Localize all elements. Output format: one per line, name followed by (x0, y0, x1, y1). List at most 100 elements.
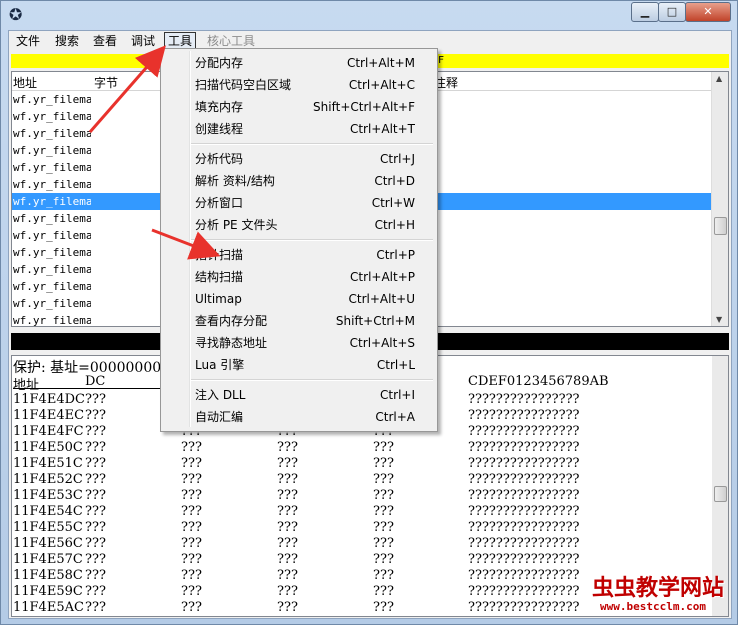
menu-item-label: 扫描代码空白区域 (195, 78, 292, 92)
hex-cell-b3: ??? (373, 584, 394, 599)
title-bar[interactable]: ✪ ▁ □ ✕ (1, 1, 737, 29)
hex-cell-ascii: ???????????????? (468, 408, 580, 423)
tools-menu-item[interactable]: 指针扫描 Ctrl+P (163, 244, 433, 266)
hex-cell-ascii: ???????????????? (468, 600, 580, 615)
tools-menu-item[interactable]: Lua 引擎 Ctrl+L (163, 354, 433, 376)
tools-menu-item[interactable]: 填充内存 Shift+Ctrl+Alt+F (163, 96, 433, 118)
row-address: wf.yr_filemap (13, 110, 91, 123)
hex-cell-b2: ??? (277, 584, 298, 599)
hex-cell-addr: 11F4E54C (13, 504, 83, 519)
tools-menu-item[interactable]: 分析窗口 Ctrl+W (163, 192, 433, 214)
col-address-header[interactable]: 地址 (13, 74, 37, 91)
hex-cell-b3: ??? (373, 536, 394, 551)
hex-cell-addr: 11F4E58C (13, 568, 83, 583)
tools-menu-item[interactable]: 注入 DLL Ctrl+I (163, 384, 433, 406)
hex-scroll-thumb[interactable] (714, 486, 727, 502)
tools-menu-item[interactable]: 寻找静态地址 Ctrl+Alt+S (163, 332, 433, 354)
tools-menu-item[interactable]: Ultimap Ctrl+Alt+U (163, 288, 433, 310)
tools-menu-item[interactable]: 分析代码 Ctrl+J (163, 148, 433, 170)
hex-cell-addr: 11F4E4EC (13, 408, 85, 423)
tools-menu-item[interactable]: 扫描代码空白区域 Ctrl+Alt+C (163, 74, 433, 96)
hex-row[interactable]: 11F4E51C???????????????????????????? (13, 456, 713, 472)
menu-item-label: 分析代码 (195, 152, 244, 166)
menu-item[interactable]: 文件 (13, 33, 43, 49)
row-address: wf.yr_filemap (13, 212, 91, 225)
scroll-down-icon[interactable]: ▼ (716, 315, 722, 324)
hex-cell-b1: ??? (181, 456, 202, 471)
hex-row[interactable]: 11F4E55C???????????????????????????? (13, 520, 713, 536)
hex-cell-b1: ??? (181, 488, 202, 503)
menu-item-shortcut: Shift+Ctrl+Alt+F (313, 100, 415, 114)
hex-row[interactable]: 11F4E50C???????????????????????????? (13, 440, 713, 456)
watermark-url: www.bestcclm.com (600, 600, 706, 613)
hex-cell-b3: ??? (373, 440, 394, 455)
menu-item[interactable]: 调试 (128, 33, 158, 49)
hex-cell-addr: 11F4E4DC (13, 392, 85, 407)
hex-cell-addr: 11F4E59C (13, 584, 83, 599)
close-button[interactable]: ✕ (685, 2, 731, 22)
menu-item[interactable]: 查看 (90, 33, 120, 49)
minimize-button[interactable]: ▁ (631, 2, 659, 22)
tools-menu-item[interactable]: 创建线程 Ctrl+Alt+T (163, 118, 433, 140)
disassembler-scrollbar[interactable]: ▲ ▼ (711, 72, 728, 326)
hex-row[interactable]: 11F4E54C???????????????????????????? (13, 504, 713, 520)
tools-menu-item[interactable]: 分析 PE 文件头 Ctrl+H (163, 214, 433, 236)
hex-row[interactable]: 11F4E57C???????????????????????????? (13, 552, 713, 568)
menu-item-shortcut: Ctrl+Alt+T (349, 122, 415, 136)
cheat-engine-icon: ✪ (9, 5, 23, 24)
tools-menu-item[interactable]: 结构扫描 Ctrl+Alt+P (163, 266, 433, 288)
hex-cell-b0: ??? (85, 600, 106, 615)
menu-item-shortcut: Ctrl+L (376, 358, 415, 372)
hex-cell-b0: ??? (85, 536, 106, 551)
hex-cell-b1: ??? (181, 472, 202, 487)
menu-item-shortcut: Ctrl+Alt+C (348, 78, 415, 92)
col-bytes-header[interactable]: 字节 (94, 74, 118, 91)
hex-cell-b2: ??? (277, 472, 298, 487)
hex-cell-b1: ??? (181, 568, 202, 583)
hex-cell-b1: ??? (181, 552, 202, 567)
hex-cell-b1: ??? (181, 504, 202, 519)
hex-cell-b3: ??? (373, 552, 394, 567)
hex-cell-b0: ??? (85, 472, 106, 487)
hex-cell-b2: ??? (277, 536, 298, 551)
menu-item-shortcut: Ctrl+Alt+M (346, 56, 415, 70)
row-address: wf.yr_filemap (13, 314, 91, 327)
hex-cell-b3: ??? (373, 600, 394, 615)
hex-cell-ascii: ???????????????? (468, 472, 580, 487)
hex-row[interactable]: 11F4E53C???????????????????????????? (13, 488, 713, 504)
tools-menu-item[interactable]: 自动汇编 Ctrl+A (163, 406, 433, 428)
hex-cell-b1: ??? (181, 600, 202, 615)
tools-menu-item[interactable]: 解析 资料/结构 Ctrl+D (163, 170, 433, 192)
scroll-thumb[interactable] (714, 217, 727, 235)
tools-menu-item[interactable]: 查看内存分配 Shift+Ctrl+M (163, 310, 433, 332)
scroll-up-icon[interactable]: ▲ (716, 74, 722, 83)
hex-cell-ascii: ???????????????? (468, 520, 580, 535)
hex-cell-b2: ??? (277, 440, 298, 455)
hex-cell-b3: ??? (373, 488, 394, 503)
menu-item-label: Lua 引擎 (195, 358, 245, 372)
hex-row[interactable]: 11F4E52C???????????????????????????? (13, 472, 713, 488)
menu-item-label: 查看内存分配 (195, 314, 268, 328)
menu-item-label: 自动汇编 (195, 410, 244, 424)
row-address: wf.yr_filemap (13, 297, 91, 310)
hex-cell-b2: ??? (277, 520, 298, 535)
menu-separator (191, 143, 433, 145)
hex-cell-b0: ??? (85, 392, 106, 407)
hex-cell-b1: ??? (181, 440, 202, 455)
hex-cell-ascii: ???????????????? (468, 504, 580, 519)
menu-item-shortcut: Ctrl+W (371, 196, 415, 210)
menu-item-shortcut: Ctrl+H (374, 218, 415, 232)
menu-item[interactable]: 搜索 (52, 33, 82, 49)
menu-item-label: 结构扫描 (195, 270, 244, 284)
hex-cell-addr: 11F4E4FC (13, 424, 84, 439)
hex-cell-b3: ??? (373, 568, 394, 583)
tools-menu-item[interactable]: 分配内存 Ctrl+Alt+M (163, 52, 433, 74)
menu-item-label: 解析 资料/结构 (195, 174, 275, 188)
menu-item-label: 分配内存 (195, 56, 244, 70)
menu-item-label: 分析 PE 文件头 (195, 218, 278, 232)
menu-item-shortcut: Ctrl+A (375, 410, 415, 424)
hex-cell-b2: ??? (277, 568, 298, 583)
hex-row[interactable]: 11F4E56C???????????????????????????? (13, 536, 713, 552)
menu-item-shortcut: Ctrl+Alt+S (349, 336, 415, 350)
maximize-button[interactable]: □ (658, 2, 686, 22)
